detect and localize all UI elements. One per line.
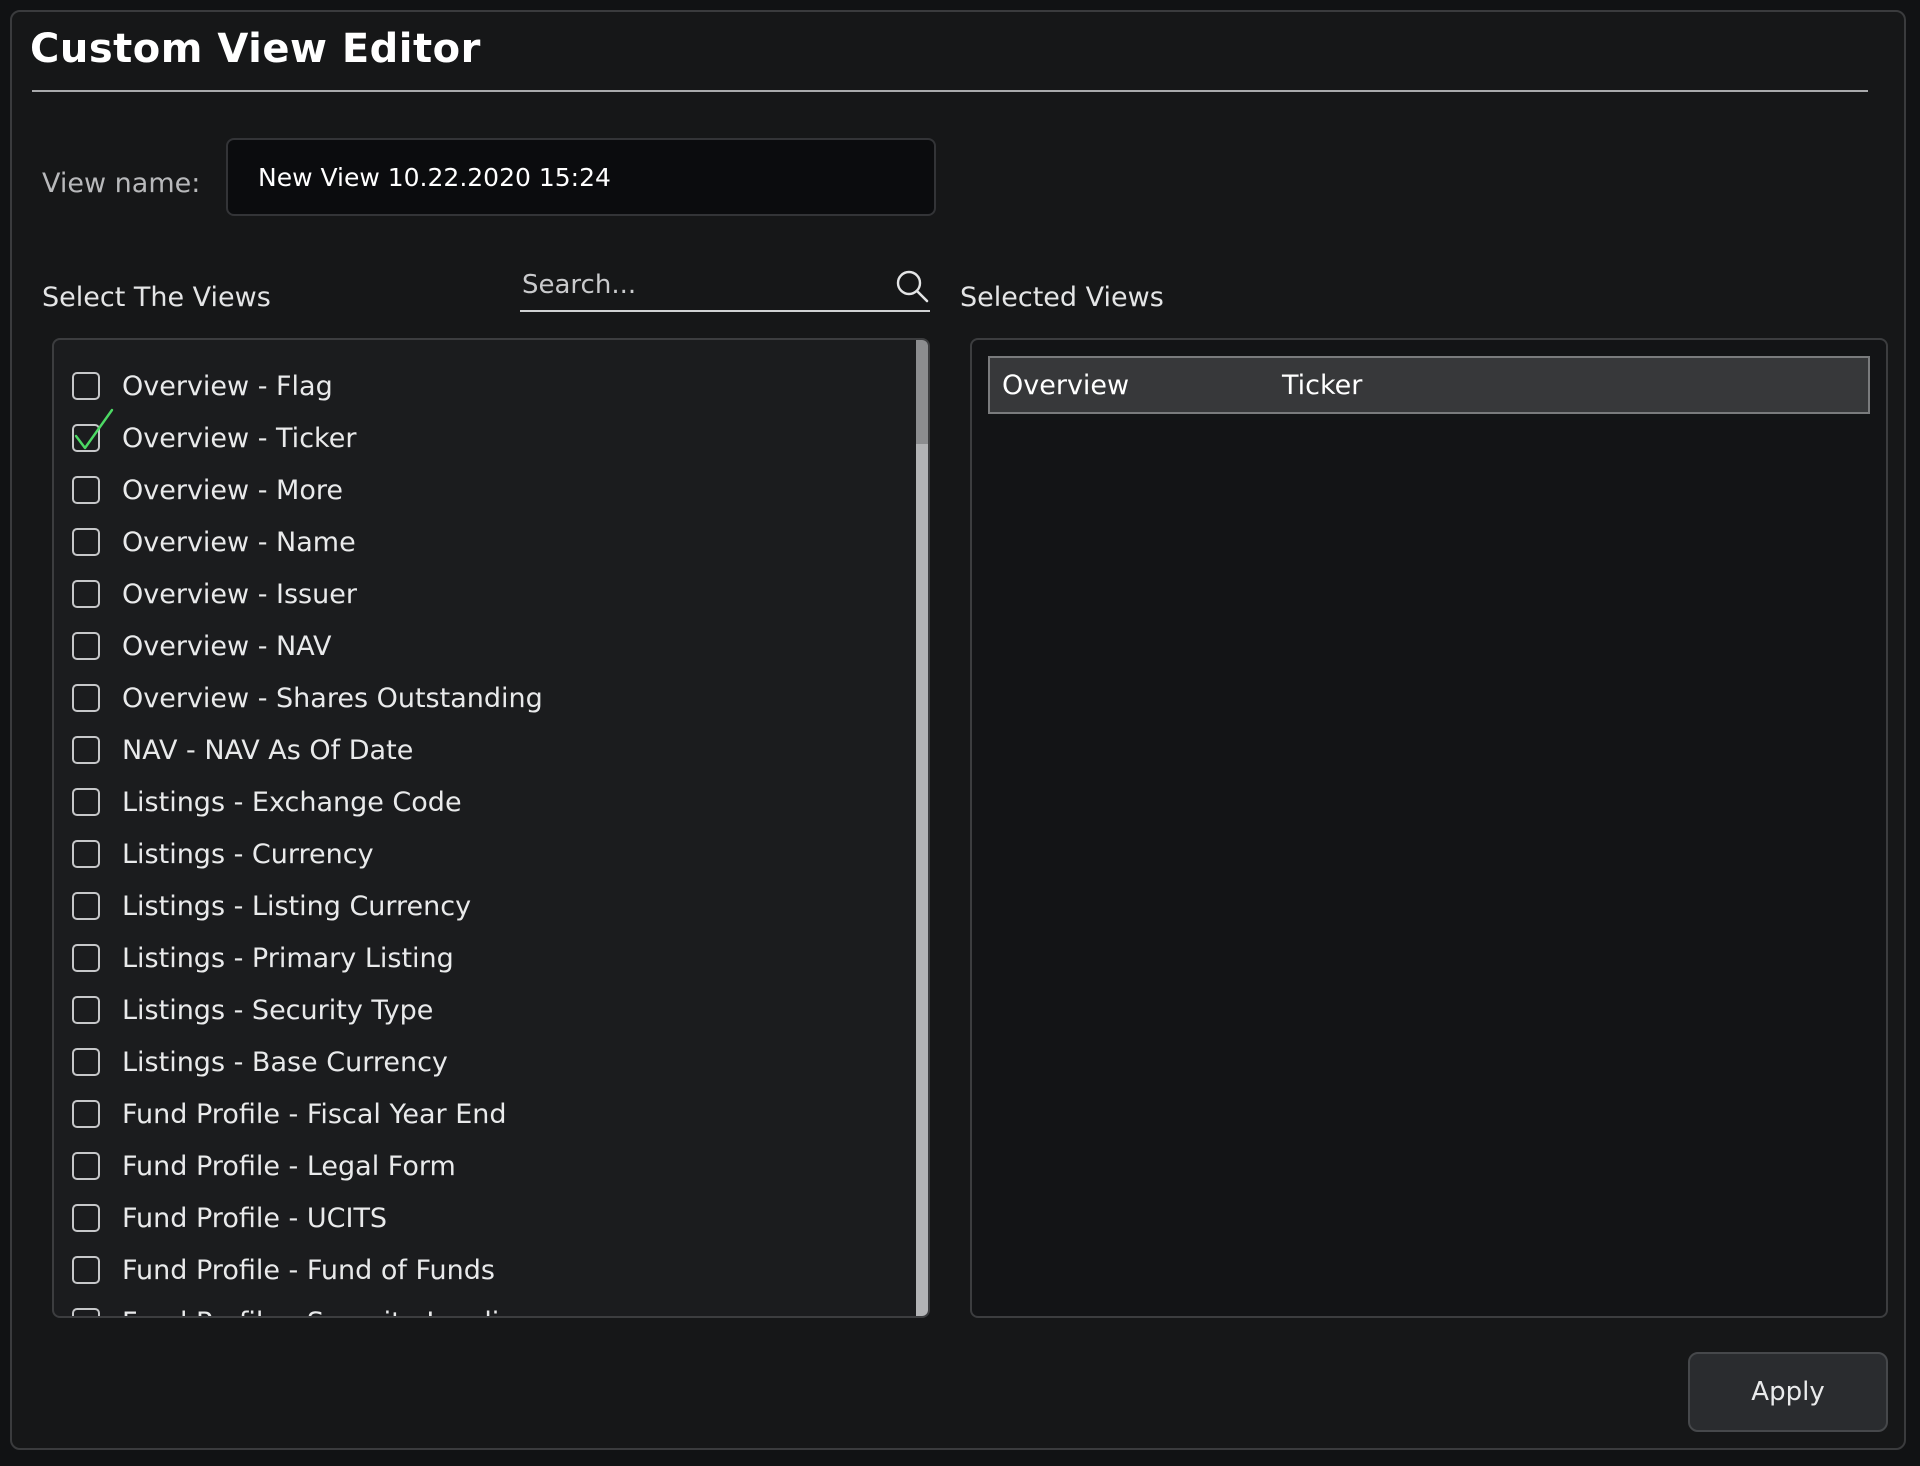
list-item[interactable]: Overview - Flag xyxy=(72,362,333,410)
checkbox[interactable] xyxy=(72,892,100,920)
list-item[interactable]: Listings - Exchange Code xyxy=(72,778,462,826)
list-item-label: Overview - Shares Outstanding xyxy=(122,682,543,714)
checkbox[interactable] xyxy=(72,996,100,1024)
list-item-label: Fund Profile - Fund of Funds xyxy=(122,1254,495,1286)
list-item[interactable]: Listings - Base Currency xyxy=(72,1038,448,1086)
list-item-label: Overview - Ticker xyxy=(122,422,357,454)
list-item-label: Listings - Currency xyxy=(122,838,374,870)
list-item-label: Listings - Primary Listing xyxy=(122,942,454,974)
checkbox[interactable] xyxy=(72,528,100,556)
checkbox[interactable] xyxy=(72,1152,100,1180)
view-name-label: View name: xyxy=(42,168,201,199)
checkbox-checked[interactable] xyxy=(72,408,114,452)
custom-view-editor-dialog: Custom View Editor View name: Select The… xyxy=(10,10,1906,1450)
scrollbar-thumb[interactable] xyxy=(916,340,928,444)
checkbox[interactable] xyxy=(72,1256,100,1284)
list-item[interactable]: Fund Profile - Legal Form xyxy=(72,1142,456,1190)
list-item-label: Overview - NAV xyxy=(122,630,332,662)
list-item[interactable]: Listings - Primary Listing xyxy=(72,934,454,982)
list-item-label: Listings - Listing Currency xyxy=(122,890,472,922)
list-item[interactable]: Overview - Shares Outstanding xyxy=(72,674,543,722)
checkbox[interactable] xyxy=(72,372,100,400)
list-item[interactable]: Fund Profile - Fund of Funds xyxy=(72,1246,495,1294)
apply-button[interactable]: Apply xyxy=(1688,1352,1888,1432)
list-item[interactable]: Listings - Listing Currency xyxy=(72,882,471,930)
select-views-label: Select The Views xyxy=(42,282,271,313)
list-item-label: Fund Profile - Security Lending xyxy=(122,1307,534,1317)
selected-view-field: Ticker xyxy=(1282,370,1363,401)
views-list-scrollbar[interactable] xyxy=(916,340,928,1316)
list-item[interactable]: Fund Profile - UCITS xyxy=(72,1194,387,1242)
search-field xyxy=(520,262,930,312)
list-item-label: Fund Profile - UCITS xyxy=(122,1202,388,1234)
list-item[interactable]: Listings - Security Type xyxy=(72,986,433,1034)
checkbox[interactable] xyxy=(72,736,100,764)
list-item[interactable]: Overview - Name xyxy=(72,518,356,566)
selected-view-row[interactable]: Overview Ticker xyxy=(988,356,1870,414)
list-item[interactable]: Overview - More xyxy=(72,466,343,514)
checkbox[interactable] xyxy=(72,476,100,504)
views-list-panel: Overview - Flag Overview - Ticker Overview… xyxy=(52,338,930,1318)
checkbox[interactable] xyxy=(72,684,100,712)
list-item[interactable]: Listings - Currency xyxy=(72,830,374,878)
checkbox[interactable] xyxy=(72,580,100,608)
list-item[interactable]: Fund Profile - Security Lending xyxy=(72,1298,534,1316)
list-item-label: Overview - Issuer xyxy=(122,578,357,610)
list-item-label: Listings - Base Currency xyxy=(122,1046,448,1078)
search-input[interactable] xyxy=(520,262,884,308)
checkbox[interactable] xyxy=(72,944,100,972)
view-name-input[interactable] xyxy=(226,138,936,216)
checkbox[interactable] xyxy=(72,840,100,868)
list-item-label: Fund Profile - Legal Form xyxy=(122,1150,456,1182)
list-item-label: Overview - Name xyxy=(122,526,356,558)
selected-views-panel: Overview Ticker xyxy=(970,338,1888,1318)
checkbox[interactable] xyxy=(72,1048,100,1076)
selected-view-category: Overview xyxy=(1002,370,1130,401)
list-item[interactable]: Fund Profile - Fiscal Year End xyxy=(72,1090,507,1138)
views-list: Overview - Flag Overview - Ticker Overview… xyxy=(54,340,914,1316)
search-icon[interactable] xyxy=(894,268,930,304)
dialog-title: Custom View Editor xyxy=(30,26,481,72)
list-item[interactable]: NAV - NAV As Of Date xyxy=(72,726,413,774)
list-item-label: NAV - NAV As Of Date xyxy=(122,734,414,766)
list-item[interactable]: Overview - NAV xyxy=(72,622,331,670)
title-divider xyxy=(32,90,1868,92)
checkbox[interactable] xyxy=(72,788,100,816)
list-item-label: Listings - Exchange Code xyxy=(122,786,462,818)
list-item[interactable]: Overview - Ticker xyxy=(72,408,357,462)
selected-views-label: Selected Views xyxy=(960,282,1164,313)
list-item-label: Overview - More xyxy=(122,474,343,506)
checkbox[interactable] xyxy=(72,1308,100,1316)
checkbox[interactable] xyxy=(72,1100,100,1128)
list-item-label: Overview - Flag xyxy=(122,370,333,402)
checkmark-icon xyxy=(74,408,114,450)
list-item-label: Fund Profile - Fiscal Year End xyxy=(122,1098,507,1130)
list-item-label: Listings - Security Type xyxy=(122,994,434,1026)
checkbox[interactable] xyxy=(72,632,100,660)
list-item[interactable]: Overview - Issuer xyxy=(72,570,357,618)
checkbox[interactable] xyxy=(72,1204,100,1232)
scrollbar-track[interactable] xyxy=(916,444,928,1316)
